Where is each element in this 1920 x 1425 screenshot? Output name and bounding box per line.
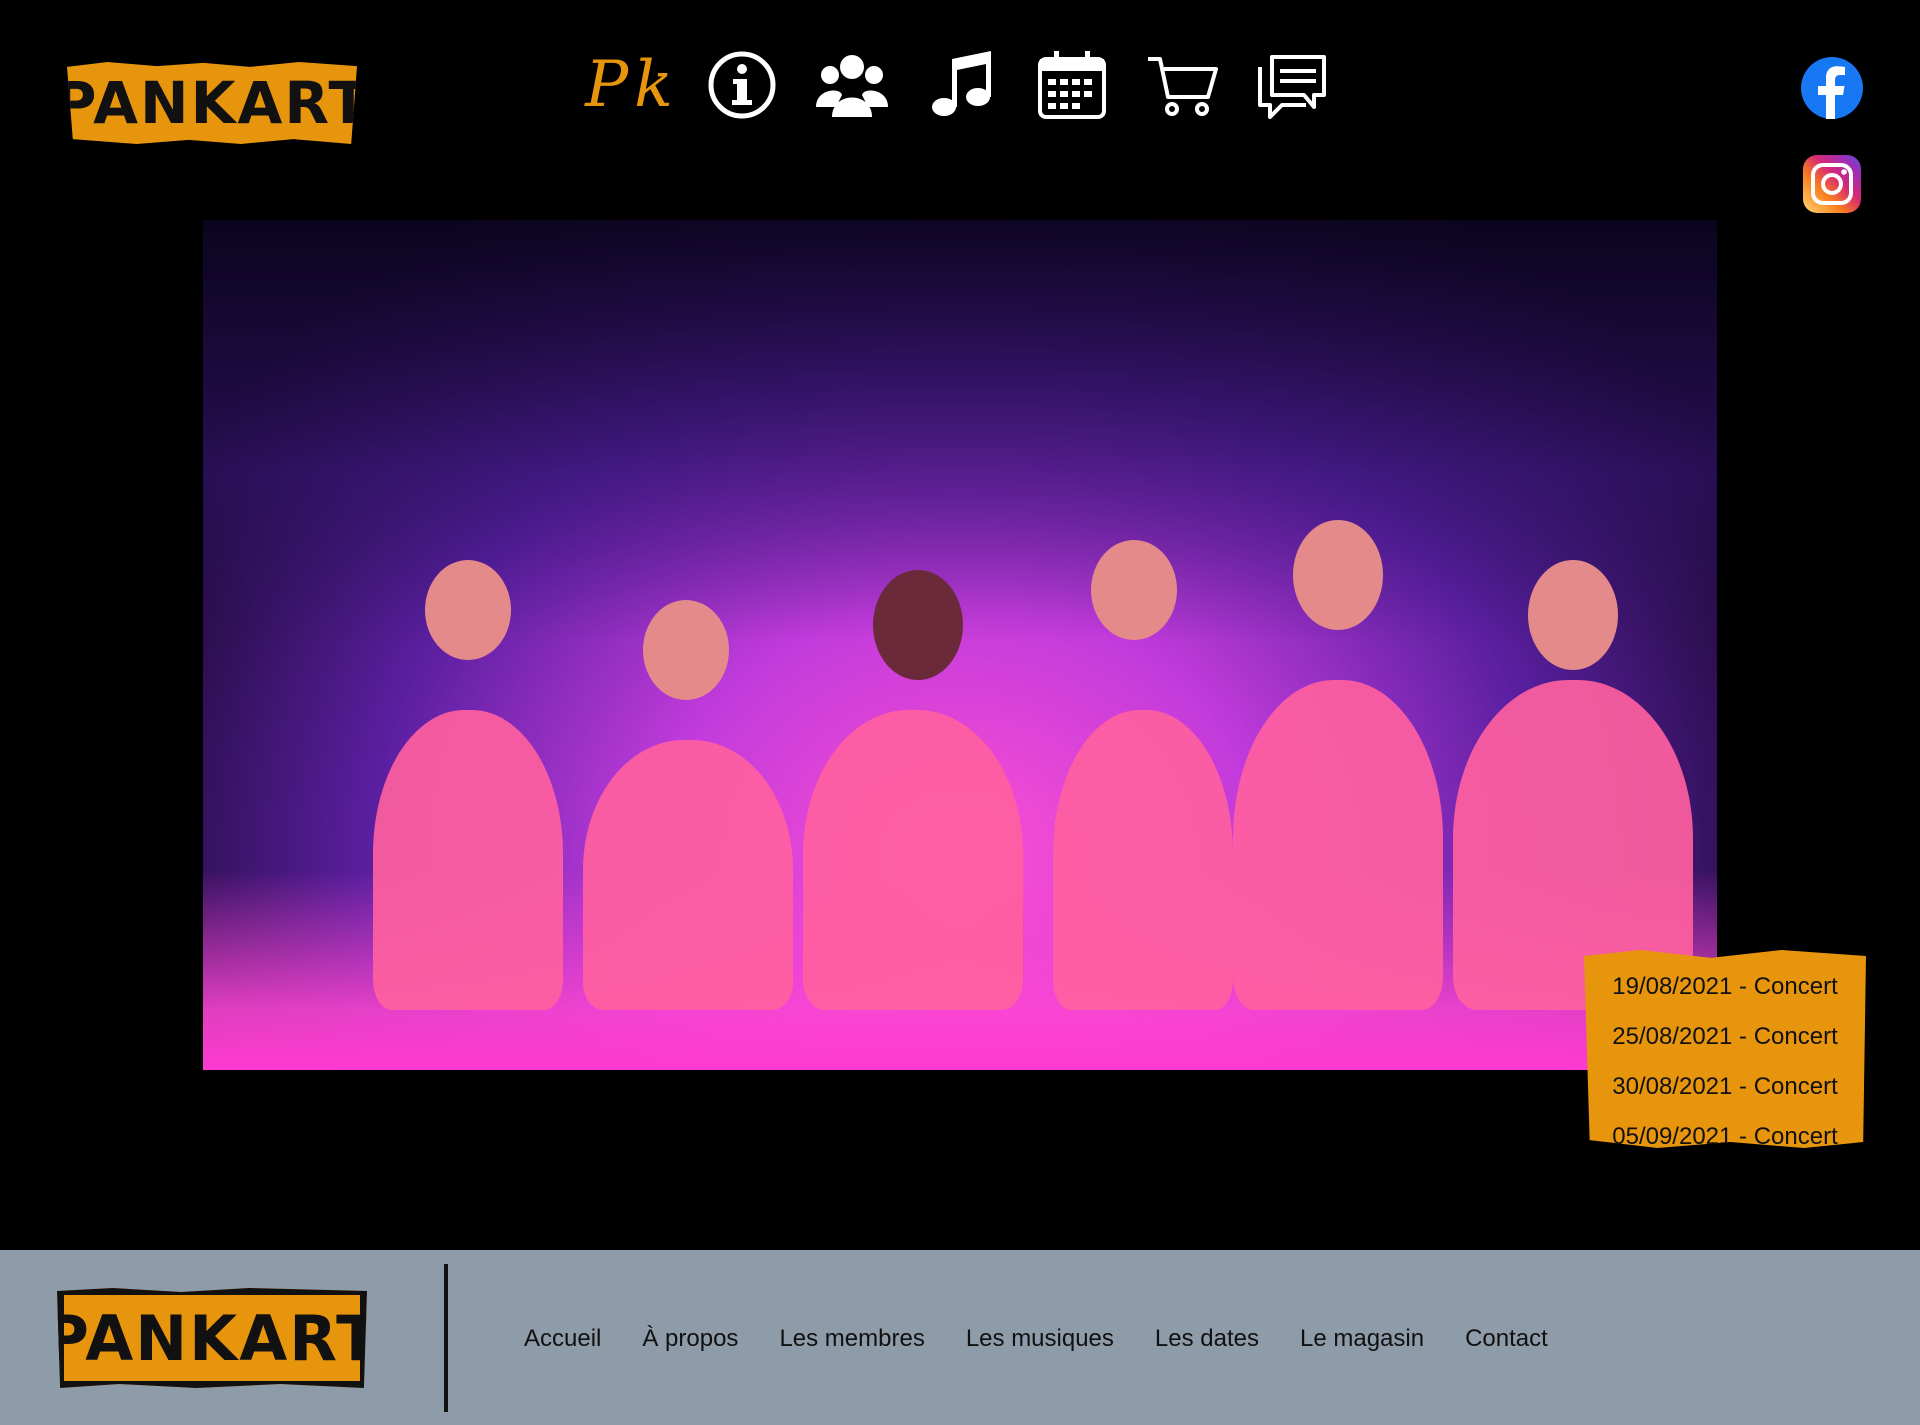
instagram-icon[interactable] xyxy=(1801,153,1863,215)
band-member xyxy=(1233,680,1443,1010)
date-item[interactable]: 25/08/2021 - Concert xyxy=(1584,1012,1866,1062)
footer-nav: Accueil À propos Les membres Les musique… xyxy=(524,1325,1589,1353)
footer-divider xyxy=(444,1264,448,1412)
date-item[interactable]: 05/09/2021 - Concert xyxy=(1584,1112,1866,1148)
cart-icon[interactable] xyxy=(1146,49,1218,121)
facebook-icon[interactable] xyxy=(1801,57,1863,119)
footer-link-membres[interactable]: Les membres xyxy=(779,1325,924,1353)
footer-link-magasin[interactable]: Le magasin xyxy=(1300,1325,1424,1353)
band-photo xyxy=(203,220,1717,1070)
upcoming-dates-panel: 19/08/2021 - Concert 25/08/2021 - Concer… xyxy=(1584,950,1866,1148)
band-member-head xyxy=(425,560,511,660)
footer-logo[interactable]: PANKART xyxy=(57,1288,367,1388)
calendar-icon[interactable] xyxy=(1036,49,1108,121)
crowd-area xyxy=(203,220,1717,640)
date-item[interactable]: 19/08/2021 - Concert xyxy=(1584,962,1866,1012)
band-member-head xyxy=(1293,520,1383,630)
footer-link-accueil[interactable]: Accueil xyxy=(524,1325,601,1353)
band-member xyxy=(803,710,1023,1010)
pk-home-label: Pk xyxy=(585,48,679,122)
pankart-logo[interactable]: PANKART xyxy=(67,62,357,144)
band-member-head xyxy=(1528,560,1618,670)
band-member xyxy=(583,740,793,1010)
info-icon[interactable] xyxy=(706,49,778,121)
music-note-icon[interactable] xyxy=(926,49,998,121)
footer-link-contact[interactable]: Contact xyxy=(1465,1325,1548,1353)
band-member-head xyxy=(643,600,729,700)
date-item[interactable]: 30/08/2021 - Concert xyxy=(1584,1062,1866,1112)
band-member xyxy=(373,710,563,1010)
band-member-head xyxy=(1091,540,1177,640)
band-member-head xyxy=(873,570,963,680)
footer-link-musiques[interactable]: Les musiques xyxy=(966,1325,1114,1353)
pk-home-icon[interactable]: Pk xyxy=(585,48,673,122)
footer-link-dates[interactable]: Les dates xyxy=(1155,1325,1259,1353)
footer-link-a-propos[interactable]: À propos xyxy=(642,1325,738,1353)
members-icon[interactable] xyxy=(816,49,888,121)
main-nav: Pk xyxy=(585,48,1328,122)
footer: PANKART Accueil À propos Les membres Les… xyxy=(0,1250,1920,1425)
band-member xyxy=(1053,710,1233,1010)
chat-icon[interactable] xyxy=(1256,49,1328,121)
